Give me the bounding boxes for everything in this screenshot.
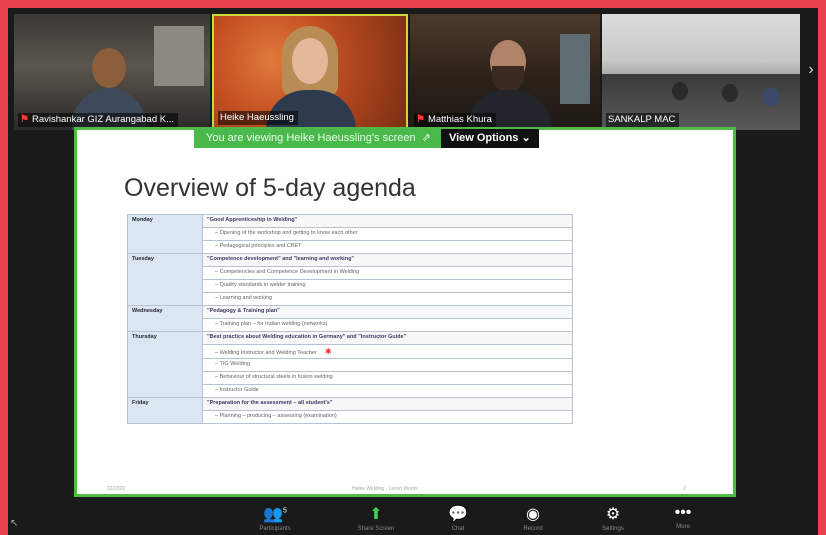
agenda-row: Wednesday "Pedagogy & Training plan" — [127, 305, 573, 332]
agenda-day: Thursday — [127, 331, 203, 398]
video-tile-2[interactable]: Heike Haeussling — [212, 14, 408, 130]
agenda-item: – Welding Instructor and Welding Teacher… — [202, 344, 573, 359]
record-button[interactable]: ◉ Record — [511, 504, 555, 532]
agenda-item-text: Instructor Guide — [219, 387, 259, 393]
video-tile-4[interactable]: SANKALP MAC — [602, 14, 800, 130]
agenda-item: – Pedagogical principles and CBET — [202, 240, 573, 254]
agenda-item-text: Competencies and Competence Development … — [219, 269, 360, 275]
slide-title: Overview of 5-day agenda — [124, 174, 416, 202]
participant-label: ⚑ Ravishankar GIZ Aurangabad K... — [18, 113, 179, 127]
agenda-topic: "Competence development" and "learning a… — [202, 253, 573, 267]
share-screen-icon: ⬆ — [369, 506, 383, 523]
agenda-row: Thursday "Best practice about Welding edu… — [127, 331, 573, 398]
meeting-toolbar: 👥5 Participants ⬆ Share Screen 💬 Chat ◉ … — [8, 500, 818, 535]
shared-screen: Overview of 5-day agenda Monday "Good App… — [74, 127, 736, 497]
participant-label: SANKALP MAC — [606, 113, 680, 127]
agenda-table: Monday "Good Apprenticeship in Welding" – … — [127, 214, 573, 424]
agenda-item: – Instructor Guide — [202, 384, 573, 398]
mic-muted-icon: ⚑ — [20, 114, 29, 125]
agenda-item: – Training plan – for Indian welding (ne… — [202, 318, 573, 332]
pin-icon: ⇗ — [418, 132, 431, 144]
participant-name: Ravishankar GIZ Aurangabad K... — [31, 114, 175, 125]
chat-icon: 💬 — [448, 506, 468, 523]
agenda-row: Friday "Preparation for the assessment – … — [127, 397, 573, 424]
record-icon: ◉ — [526, 506, 540, 523]
agenda-item-text: Opening of the workshop and getting to k… — [219, 230, 358, 236]
chat-button[interactable]: 💬 Chat — [436, 504, 480, 532]
view-options-button[interactable]: View Options ⌄ — [440, 129, 539, 148]
share-screen-button[interactable]: ⬆ Share Screen — [354, 504, 398, 532]
agenda-item-text: TIG Welding — [219, 361, 250, 367]
participants-icon: 👥 — [263, 506, 283, 523]
window-corner-icon: ↖ — [10, 518, 19, 529]
participant-head — [92, 48, 126, 88]
meeting-window: ⚑ Ravishankar GIZ Aurangabad K... Heike … — [8, 8, 818, 535]
participant-name: SANKALP MAC — [608, 114, 676, 125]
participants-count: 5 — [283, 507, 287, 515]
agenda-item: – Opening of the workshop and getting to… — [202, 227, 573, 241]
participant-name: Matthias Khura — [427, 114, 492, 125]
agenda-topic: "Preparation for the assessment – all st… — [202, 397, 573, 411]
agenda-item-text: Behaviour of structural steels in fusion… — [219, 374, 333, 380]
agenda-item-text: Learning and working — [219, 295, 273, 301]
agenda-day: Tuesday — [127, 253, 203, 306]
gear-icon: ⚙ — [605, 506, 621, 523]
more-button[interactable]: ••• More — [661, 504, 705, 530]
agenda-item-text: Welding Instructor and Welding Teacher — [219, 350, 317, 356]
participants-button[interactable]: 👥5 Participants — [253, 504, 297, 532]
agenda-topic: "Pedagogy & Training plan" — [202, 305, 573, 319]
agenda-item: – Planning – producing – assessing (exam… — [202, 410, 573, 424]
share-status-text: You are viewing Heike Haeussling's scree… — [194, 129, 441, 148]
agenda-day: Friday — [127, 397, 203, 424]
agenda-item: – Learning and working — [202, 292, 573, 306]
annotation-star-icon: ✱ — [324, 347, 332, 356]
agenda-item-text: Quality standards in welder training — [219, 282, 306, 288]
share-banner: You are viewing Heike Haeussling's scree… — [194, 129, 539, 148]
video-tile-1[interactable]: ⚑ Ravishankar GIZ Aurangabad K... — [14, 14, 210, 130]
agenda-item: – Quality standards in welder training — [202, 279, 573, 293]
agenda-item-text: Pedagogical principles and CBET — [219, 243, 302, 249]
agenda-topic: "Good Apprenticeship in Welding" — [202, 214, 573, 228]
next-page-arrow-icon[interactable]: › — [804, 60, 818, 80]
agenda-topic: "Best practice about Welding education i… — [202, 331, 573, 345]
participant-name: Heike Haeussling — [220, 112, 294, 123]
agenda-item-text: Planning – producing – assessing (examin… — [219, 413, 337, 419]
slide-footer-center: Heike Welding · Lasso Words — [352, 486, 418, 492]
agenda-row: Tuesday "Competence development" and "lea… — [127, 253, 573, 306]
agenda-item: – Competencies and Competence Developmen… — [202, 266, 573, 280]
participant-label: ⚑ Matthias Khura — [414, 113, 496, 127]
video-tile-3[interactable]: ⚑ Matthias Khura — [410, 14, 600, 130]
agenda-item: – TIG Welding — [202, 358, 573, 372]
participant-label: Heike Haeussling — [218, 111, 298, 125]
settings-button[interactable]: ⚙ Settings — [591, 504, 635, 532]
mic-muted-icon: ⚑ — [416, 114, 425, 125]
agenda-row: Monday "Good Apprenticeship in Welding" — [127, 214, 573, 254]
more-icon: ••• — [674, 504, 692, 521]
agenda-item: – Behaviour of structural steels in fusi… — [202, 371, 573, 385]
agenda-day: Monday — [127, 214, 203, 254]
agenda-item-text: Training plan – for Indian welding (netw… — [219, 321, 328, 327]
slide-page-number: 2 — [683, 486, 686, 492]
agenda-day: Wednesday — [127, 305, 203, 332]
slide-footer-left: 02/2020 — [107, 486, 126, 492]
